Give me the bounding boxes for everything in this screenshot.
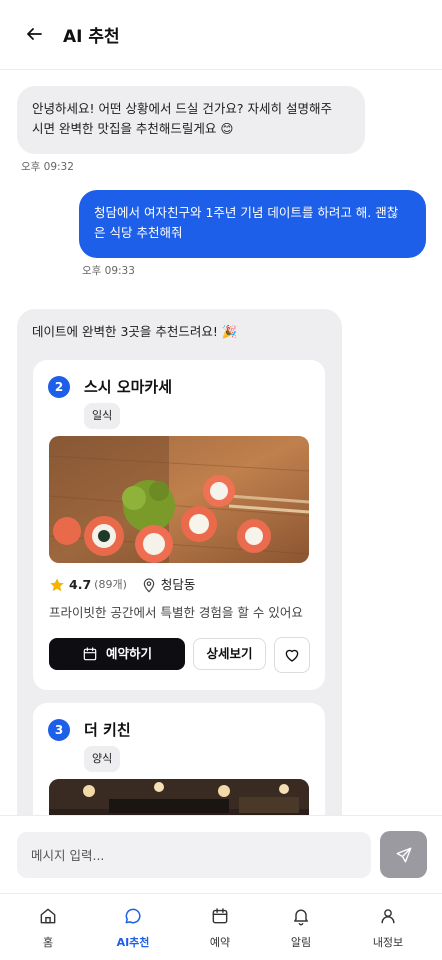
send-icon	[395, 846, 413, 864]
nav-item-ai-recommend[interactable]: AI추천	[93, 894, 173, 960]
user-message-time: 오후 09:33	[82, 265, 135, 277]
nav-item-home[interactable]: 홈	[8, 894, 88, 960]
ai-greeting-line1: 안녕하세요! 어떤 상황에서 드실 건가요? 자세히 설명해주	[32, 101, 332, 116]
nav-label-ai-recommend: AI추천	[116, 936, 150, 949]
restaurant-card: 3 더 키친 양식	[33, 703, 325, 815]
nav-label-my-info: 내정보	[372, 936, 404, 949]
ai-recommend-bubble: 데이트에 완벽한 3곳을 추천드려요! 🎉 2 스시 오마카세 일식 4.7 (…	[17, 309, 342, 815]
rating-row: 4.7 (89개) 청담동	[49, 575, 195, 595]
restaurant-name: 더 키친	[84, 721, 131, 739]
restaurant-photo[interactable]	[49, 779, 309, 815]
book-button-label: 예약하기	[105, 646, 152, 661]
message-input-bar	[0, 815, 442, 893]
user-message-line1: 청담에서 여자친구와 1주년 기념 데이트를 하려고 해. 괜찮	[94, 205, 399, 220]
chat-area[interactable]: 안녕하세요! 어떤 상황에서 드실 건가요? 자세히 설명해주 시면 완벽한 맛…	[0, 71, 442, 815]
recommend-intro: 데이트에 완벽한 3곳을 추천드려요! 🎉	[32, 324, 238, 339]
home-icon	[38, 906, 58, 926]
bell-icon	[291, 906, 311, 926]
send-button[interactable]	[380, 831, 427, 878]
restaurant-name: 스시 오마카세	[84, 378, 173, 396]
calendar-icon	[82, 646, 98, 662]
nav-label-home: 홈	[42, 936, 54, 949]
location-pin-icon	[141, 577, 157, 593]
restaurant-description: 프라이빗한 공간에서 특별한 경험을 할 수 있어요	[49, 605, 303, 620]
location-text: 청담동	[160, 577, 196, 592]
book-button[interactable]: 예약하기	[49, 638, 185, 670]
ai-greeting-line2: 시면 완벽한 맛집을 추천해드릴게요 😊	[32, 121, 234, 136]
detail-button[interactable]: 상세보기	[193, 638, 266, 670]
review-count: (89개)	[94, 578, 127, 591]
user-icon	[378, 906, 398, 926]
page-title: AI 추천	[63, 27, 120, 47]
heart-icon	[283, 646, 301, 664]
category-badge: 일식	[84, 403, 121, 429]
nav-item-my-info[interactable]: 내정보	[348, 894, 428, 960]
rank-badge: 3	[48, 719, 70, 741]
calendar-icon	[210, 906, 230, 926]
restaurant-photo[interactable]	[49, 436, 309, 563]
user-message-line2: 은 식당 추천해줘	[94, 225, 183, 240]
message-input[interactable]	[17, 832, 371, 878]
favorite-button[interactable]	[274, 637, 310, 673]
rank-badge: 2	[48, 376, 70, 398]
star-icon	[49, 577, 65, 593]
app-header: AI 추천	[0, 0, 442, 70]
user-message-bubble: 청담에서 여자친구와 1주년 기념 데이트를 하려고 해. 괜찮 은 식당 추천…	[79, 190, 426, 258]
nav-item-booking[interactable]: 예약	[180, 894, 260, 960]
nav-label-notifications: 알림	[290, 936, 312, 949]
nav-label-booking: 예약	[209, 936, 231, 949]
nav-item-notifications[interactable]: 알림	[261, 894, 341, 960]
chat-icon	[123, 906, 143, 926]
rating-value: 4.7	[69, 577, 92, 592]
ai-greeting-time: 오후 09:32	[21, 161, 74, 173]
restaurant-card: 2 스시 오마카세 일식 4.7 (89개) 청담동 프라이빗한 공간에서 특별…	[33, 360, 325, 690]
ai-greeting-bubble: 안녕하세요! 어떤 상황에서 드실 건가요? 자세히 설명해주 시면 완벽한 맛…	[17, 86, 365, 154]
back-arrow-icon[interactable]	[22, 22, 46, 46]
bottom-nav: 홈 AI추천 예약 알림 내정보	[0, 893, 442, 960]
category-badge: 양식	[84, 746, 121, 772]
detail-button-label: 상세보기	[206, 646, 253, 661]
